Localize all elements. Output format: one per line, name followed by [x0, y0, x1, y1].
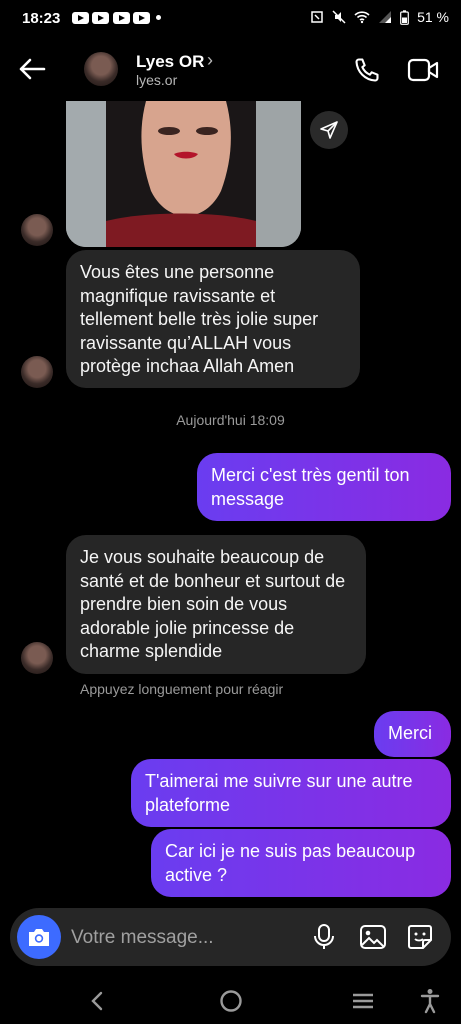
camera-icon	[29, 929, 49, 946]
message-input[interactable]: Votre message...	[71, 927, 214, 949]
share-button[interactable]	[310, 111, 348, 149]
youtube-notification-icon	[133, 12, 150, 24]
nav-home-icon[interactable]	[218, 988, 244, 1014]
more-notifications-dot	[156, 15, 161, 20]
system-nav-bar	[0, 976, 461, 1024]
battery-percent: 51 %	[417, 9, 449, 25]
send-icon	[320, 121, 338, 139]
chat-header: Lyes OR › lyes.or	[0, 38, 461, 104]
avatar[interactable]	[21, 642, 53, 674]
chevron-right-icon[interactable]: ›	[207, 50, 213, 71]
contact-handle[interactable]: lyes.or	[136, 72, 177, 88]
youtube-notification-icon	[92, 12, 109, 24]
outgoing-message[interactable]: Merci c'est très gentil ton message	[197, 453, 451, 521]
contact-name[interactable]: Lyes OR	[136, 52, 204, 72]
avatar[interactable]	[21, 214, 53, 246]
status-icons: 51 %	[310, 9, 449, 25]
shared-photo[interactable]	[66, 101, 301, 247]
gallery-icon[interactable]	[359, 924, 387, 950]
video-camera-icon[interactable]	[407, 57, 439, 83]
message-composer: Votre message...	[10, 908, 451, 966]
incoming-message[interactable]: Vous êtes une personne magnifique raviss…	[66, 250, 360, 388]
signal-icon	[379, 11, 392, 23]
photo-image	[66, 101, 301, 247]
wifi-icon	[354, 11, 370, 24]
phone-icon[interactable]	[353, 56, 381, 84]
nav-back-icon[interactable]	[88, 990, 106, 1012]
mute-icon	[332, 10, 346, 24]
status-time: 18:23	[22, 10, 61, 27]
nfc-icon	[311, 11, 323, 23]
youtube-notification-icon	[113, 12, 130, 24]
back-arrow-icon[interactable]	[18, 58, 46, 80]
microphone-icon[interactable]	[313, 923, 335, 951]
reaction-hint: Appuyez longuement pour réagir	[80, 681, 284, 697]
nav-recents-icon[interactable]	[351, 991, 375, 1011]
avatar[interactable]	[84, 52, 118, 86]
timestamp: Aujourd'hui 18:09	[176, 412, 285, 428]
accessibility-icon[interactable]	[420, 988, 440, 1014]
camera-button[interactable]	[17, 915, 61, 959]
battery-icon	[400, 9, 409, 25]
outgoing-message[interactable]: Merci	[374, 711, 451, 757]
outgoing-message[interactable]: Car ici je ne suis pas beaucoup active ?	[151, 829, 451, 897]
sticker-icon[interactable]	[406, 923, 434, 951]
outgoing-message[interactable]: T'aimerai me suivre sur une autre platef…	[131, 759, 451, 827]
avatar[interactable]	[21, 356, 53, 388]
status-bar: 18:23 51 %	[0, 0, 461, 36]
youtube-notification-icon	[72, 12, 89, 24]
incoming-message[interactable]: Je vous souhaite beaucoup de santé et de…	[66, 535, 366, 674]
